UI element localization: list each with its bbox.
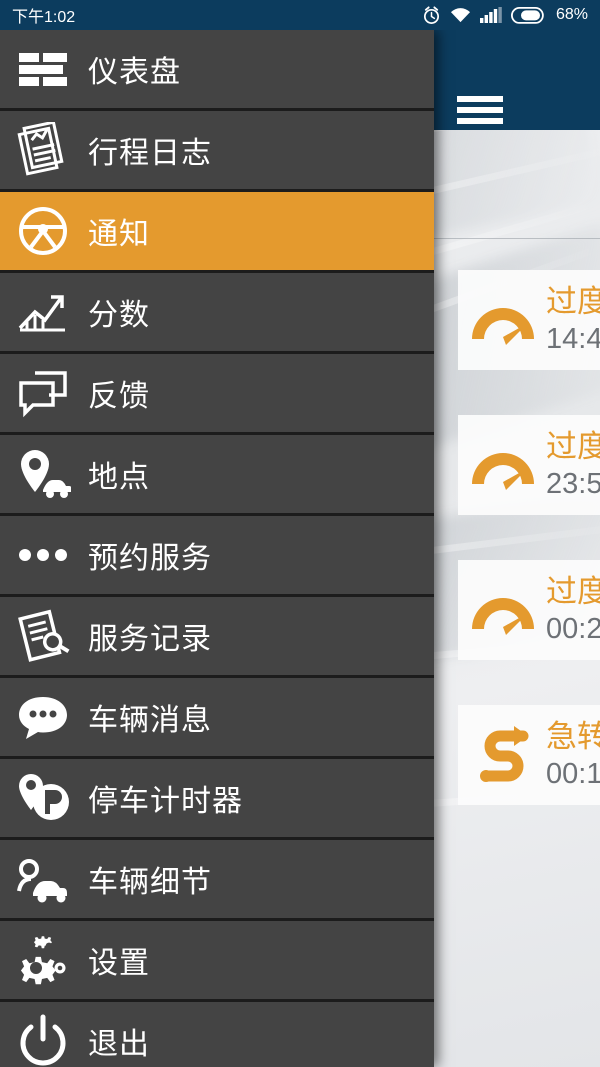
sidebar-item-book-service[interactable]: 预约服务 <box>0 516 434 597</box>
list-item-text: 过度 14:4 <box>540 283 600 357</box>
speedometer-icon <box>466 283 540 357</box>
sidebar-item-parking-timer[interactable]: 停车计时器 <box>0 759 434 840</box>
score-chart-icon <box>14 283 72 341</box>
sidebar-item-label: 地点 <box>88 461 150 494</box>
hamburger-bar <box>457 118 503 124</box>
status-time: 下午1:02 <box>12 9 76 26</box>
sidebar-item-label: 行程日志 <box>88 137 212 170</box>
sidebar-item-feedback[interactable]: 反馈 <box>0 354 434 435</box>
sidebar-item-logout[interactable]: 退出 <box>0 1002 434 1067</box>
list-item[interactable]: 急转 00:1 <box>458 705 600 805</box>
signal-icon <box>479 6 502 24</box>
sidebar-item-label: 车辆细节 <box>88 866 212 899</box>
status-icons: 68% <box>422 5 588 25</box>
settings-gears-icon <box>14 931 72 989</box>
sidebar-item-settings[interactable]: 设置 <box>0 921 434 1002</box>
sidebar-item-label: 分数 <box>88 299 150 332</box>
sharp-turn-icon <box>466 718 540 792</box>
wifi-icon <box>450 7 471 24</box>
notification-time: 00:1 <box>546 758 600 790</box>
sidebar-item-label: 车辆消息 <box>88 704 212 737</box>
notification-time: 23:5 <box>546 468 600 500</box>
list-item[interactable]: 过度 14:4 <box>458 270 600 370</box>
sidebar-item-dashboard[interactable]: 仪表盘 <box>0 30 434 111</box>
list-item-text: 急转 00:1 <box>540 718 600 792</box>
dashboard-icon <box>14 40 72 98</box>
location-car-pin-icon <box>14 445 72 503</box>
speedometer-icon <box>466 573 540 647</box>
app-screen: 过度 14:4 过度 23:5 过度 00:2 急转 00:1 仪表盘 行程日志… <box>0 0 600 1067</box>
sidebar-item-trip-log[interactable]: 行程日志 <box>0 111 434 192</box>
sidebar-item-notifications[interactable]: 通知 <box>0 192 434 273</box>
list-item-text: 过度 00:2 <box>540 573 600 647</box>
list-item-text: 过度 23:5 <box>540 428 600 502</box>
hamburger-menu-icon[interactable] <box>457 92 503 128</box>
list-item[interactable]: 过度 00:2 <box>458 560 600 660</box>
sidebar-item-label: 仪表盘 <box>88 56 181 89</box>
sidebar-item-label: 停车计时器 <box>88 785 243 818</box>
sidebar-item-label: 退出 <box>88 1028 150 1061</box>
vehicle-message-icon <box>14 688 72 746</box>
steering-wheel-icon <box>14 202 72 260</box>
battery-icon <box>510 6 545 24</box>
hamburger-bar <box>457 107 503 113</box>
sidebar-item-service-history[interactable]: 服务记录 <box>0 597 434 678</box>
sidebar-item-label: 反馈 <box>88 380 150 413</box>
sidebar-item-score[interactable]: 分数 <box>0 273 434 354</box>
hamburger-bar <box>457 96 503 102</box>
three-dots-icon <box>14 526 72 584</box>
trip-log-icon <box>14 121 72 179</box>
battery-percent-label: 68% <box>555 6 588 23</box>
notification-title: 急转 <box>546 719 600 754</box>
sidebar-item-label: 服务记录 <box>88 623 212 656</box>
parking-timer-icon <box>14 769 72 827</box>
notification-title: 过度 <box>546 574 600 609</box>
sidebar-item-label: 通知 <box>88 218 150 251</box>
power-logout-icon <box>14 1012 72 1067</box>
notification-list: 过度 14:4 过度 23:5 过度 00:2 急转 00:1 <box>458 270 600 850</box>
vehicle-details-icon <box>14 850 72 908</box>
speedometer-icon <box>466 428 540 502</box>
notification-time: 00:2 <box>546 613 600 645</box>
navigation-drawer: 仪表盘 行程日志 通知 分数 反馈 地点 预约服务 服务记录 车辆消息 停车计时… <box>0 30 434 1067</box>
list-item[interactable]: 过度 23:5 <box>458 415 600 515</box>
sidebar-item-vehicle-details[interactable]: 车辆细节 <box>0 840 434 921</box>
sidebar-item-places[interactable]: 地点 <box>0 435 434 516</box>
alarm-icon <box>422 5 441 25</box>
sidebar-item-label: 设置 <box>88 947 150 980</box>
sidebar-item-label: 预约服务 <box>88 542 212 575</box>
notification-time: 14:4 <box>546 323 600 355</box>
notification-title: 过度 <box>546 284 600 319</box>
service-record-icon <box>14 607 72 665</box>
status-bar: 下午1:02 68% <box>0 0 600 30</box>
notification-title: 过度 <box>546 429 600 464</box>
feedback-bubble-icon <box>14 364 72 422</box>
sidebar-item-vehicle-messages[interactable]: 车辆消息 <box>0 678 434 759</box>
